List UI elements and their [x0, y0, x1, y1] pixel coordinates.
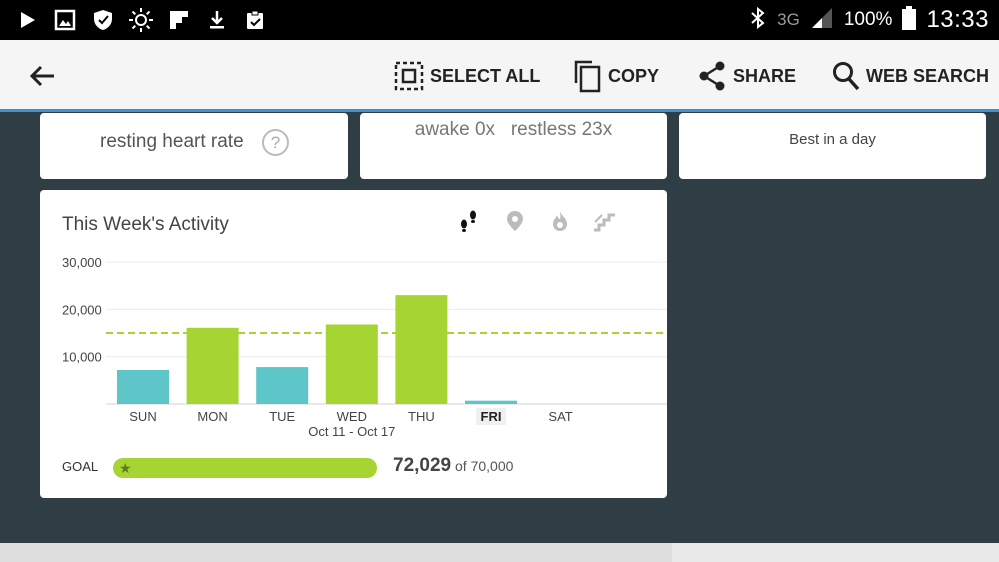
status-bar: 3G 100% 13:33 — [0, 0, 999, 40]
x-tick-label: SUN — [129, 409, 156, 424]
bluetooth-icon — [749, 6, 767, 35]
shield-icon — [90, 7, 116, 33]
text-selection-toolbar: SELECT ALL COPY SHARE WEB SEARCH — [0, 40, 999, 112]
bar-thu — [395, 295, 448, 404]
y-tick-label: 20,000 — [62, 302, 102, 317]
bar-sun — [117, 369, 169, 404]
clipboard-check-icon — [242, 7, 268, 33]
x-tick-label: THU — [408, 409, 435, 424]
bar-mon — [186, 327, 239, 404]
clock: 13:33 — [926, 6, 989, 33]
arrow-left-icon — [29, 65, 54, 87]
copy-button[interactable]: COPY — [572, 58, 659, 94]
star-icon: ★ — [119, 460, 132, 476]
resting-heart-rate-label: resting heart rate — [100, 131, 244, 152]
y-tick-label: 30,000 — [62, 255, 102, 270]
back-button[interactable] — [24, 60, 60, 92]
date-range-label: Oct 11 - Oct 17 — [308, 424, 395, 439]
sleep-summary: awake 0x restless 23x — [414, 119, 613, 140]
download-icon — [204, 7, 230, 33]
signal-icon — [810, 6, 834, 35]
share-label: SHARE — [733, 65, 797, 86]
x-tick-label: TUE — [269, 409, 295, 424]
resting-heart-rate-card[interactable]: resting heart rate ? — [40, 113, 348, 179]
weekly-activity-card[interactable]: This Week's Activity 30,000 20,000 10,000 S… — [40, 190, 667, 498]
weekly-steps-chart: 30,000 20,000 10,000 SUN MON TUE WED THU FRI SAT O… — [62, 255, 667, 439]
copy-icon — [574, 60, 601, 93]
goal-label: GOAL — [62, 459, 99, 474]
x-tick-label: MON — [197, 409, 227, 424]
best-in-a-day-label: Best in a day — [789, 131, 876, 148]
share-icon — [699, 61, 725, 91]
select-all-button[interactable]: SELECT ALL — [394, 58, 540, 94]
x-tick-label: SAT — [548, 409, 572, 424]
image-icon — [52, 7, 78, 33]
goal-progress-bar: ★ — [113, 458, 377, 478]
search-icon — [833, 62, 860, 91]
web-search-label: WEB SEARCH — [866, 65, 990, 86]
goal-total-value: 72,029 — [393, 455, 452, 476]
x-tick-label: FRI — [481, 409, 502, 424]
battery-percent: 100% — [843, 9, 893, 30]
bar-fri — [465, 400, 517, 404]
x-tick-label: WED — [337, 409, 367, 424]
sunburst-icon — [128, 7, 154, 33]
flipboard-icon — [166, 7, 192, 33]
goal-target-text: of 70,000 — [451, 458, 514, 474]
network-type: 3G — [777, 10, 800, 29]
help-icon[interactable]: ? — [262, 129, 289, 156]
select-all-icon — [394, 61, 424, 91]
goal-summary: 72,029 of 70,000 — [393, 455, 513, 477]
bar-wed — [325, 324, 378, 404]
select-all-label: SELECT ALL — [430, 65, 541, 86]
share-button[interactable]: SHARE — [697, 58, 796, 94]
bottom-strip — [0, 543, 999, 562]
battery-icon — [902, 5, 917, 35]
sleep-card[interactable]: awake 0x restless 23x — [360, 113, 667, 179]
y-tick-label: 10,000 — [62, 350, 102, 365]
web-search-button[interactable]: WEB SEARCH — [832, 58, 989, 94]
copy-label: COPY — [608, 65, 660, 86]
play-icon — [14, 7, 40, 33]
bar-tue — [256, 367, 309, 404]
best-day-card[interactable]: Best in a day — [679, 113, 986, 179]
